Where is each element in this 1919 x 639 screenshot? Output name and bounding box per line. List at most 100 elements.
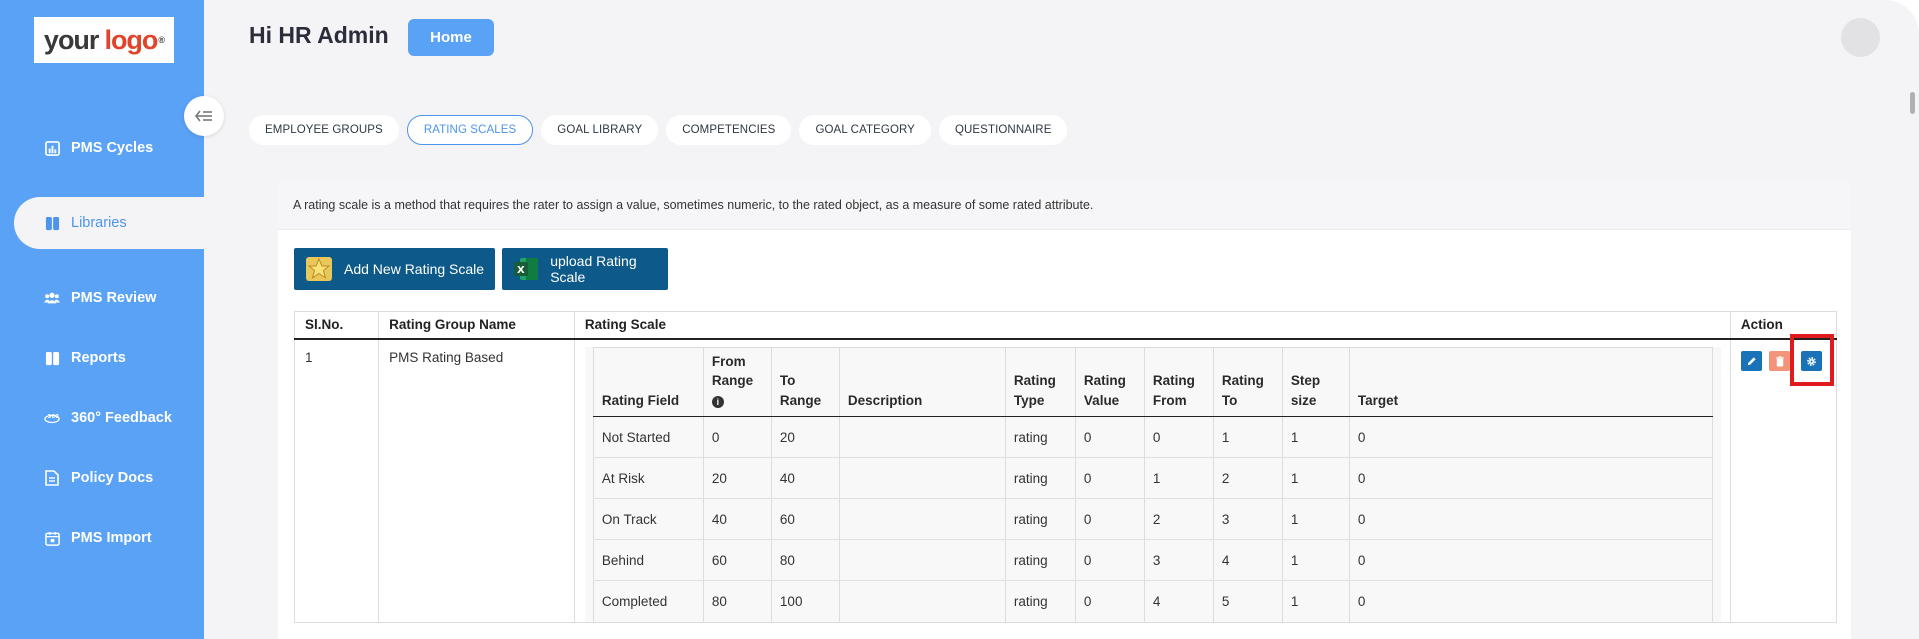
users-icon bbox=[44, 290, 60, 306]
collapse-arrow-icon bbox=[195, 110, 212, 122]
cell-description bbox=[838, 580, 1006, 622]
cell-rating-from: 2 bbox=[1143, 498, 1214, 541]
cell-step-size: 1 bbox=[1281, 498, 1350, 541]
svg-text:X: X bbox=[517, 265, 525, 276]
cell-sl-no: 1 bbox=[293, 338, 380, 623]
cell-rating-field: On Track bbox=[592, 498, 704, 541]
cell-to-range: 80 bbox=[770, 539, 840, 582]
to-range-line2: Range bbox=[779, 392, 822, 408]
sidebar-item-label: 360° Feedback bbox=[71, 410, 172, 426]
cell-rating-type: rating bbox=[1004, 457, 1076, 500]
sidebar-item-pms-review[interactable]: PMS Review bbox=[0, 272, 204, 324]
pencil-icon bbox=[1747, 356, 1756, 365]
sidebar-item-360-feedback[interactable]: 360 360° Feedback bbox=[0, 392, 204, 444]
rating-scales-table: Sl.No. Rating Group Name Rating Scale Ac… bbox=[293, 311, 1838, 623]
rating-from-line2: From bbox=[1152, 392, 1187, 408]
sidebar-item-label: PMS Cycles bbox=[71, 140, 154, 156]
description-text: A rating scale is a method that requires… bbox=[278, 181, 1851, 230]
info-icon[interactable]: i bbox=[711, 395, 724, 408]
home-button[interactable]: Home bbox=[408, 19, 494, 56]
cell-target: 0 bbox=[1348, 457, 1713, 500]
tab-competencies[interactable]: COMPETENCIES bbox=[666, 115, 792, 145]
from-range-line1: From bbox=[711, 353, 746, 369]
cell-group-name: PMS Rating Based bbox=[378, 338, 575, 623]
inner-header-step-size: Step size bbox=[1281, 346, 1350, 418]
inner-header-rating-field: Rating Field bbox=[592, 346, 704, 418]
cell-rating-value: 0 bbox=[1074, 580, 1145, 622]
sidebar-item-pms-import[interactable]: PMS Import bbox=[0, 512, 204, 564]
cell-description bbox=[838, 539, 1006, 582]
rating-scales-panel: A rating scale is a method that requires… bbox=[278, 181, 1851, 639]
cell-from-range: 20 bbox=[702, 457, 772, 500]
sidebar-item-label: PMS Review bbox=[71, 290, 157, 306]
rating-scale-rows: Not Started 0 20 rating 0 0 1 1 0 At Risk 20 40 rati… bbox=[592, 416, 1713, 622]
inner-header-target: Target bbox=[1348, 346, 1713, 418]
tab-goal-category[interactable]: GOAL CATEGORY bbox=[799, 115, 931, 145]
step-size-line2: size bbox=[1290, 392, 1317, 408]
tab-questionnaire[interactable]: QUESTIONNAIRE bbox=[938, 115, 1068, 145]
tab-goal-library[interactable]: GOAL LIBRARY bbox=[541, 115, 659, 145]
avatar[interactable] bbox=[1841, 18, 1880, 57]
book-icon bbox=[44, 215, 60, 231]
cell-description bbox=[838, 498, 1006, 541]
cell-step-size: 1 bbox=[1281, 416, 1350, 459]
sidebar-item-label: PMS Import bbox=[71, 530, 152, 546]
book-open-icon bbox=[44, 350, 60, 366]
tab-employee-groups[interactable]: EMPLOYEE GROUPS bbox=[249, 115, 399, 145]
svg-text:360: 360 bbox=[48, 414, 59, 420]
delete-button[interactable] bbox=[1769, 351, 1790, 371]
add-button-label: Add New Rating Scale bbox=[344, 261, 485, 277]
sidebar-collapse-button[interactable] bbox=[184, 96, 224, 136]
cell-to-range: 100 bbox=[770, 580, 840, 622]
logo-text-your: your bbox=[43, 24, 100, 55]
cell-step-size: 1 bbox=[1281, 580, 1350, 622]
to-range-line1: To bbox=[779, 373, 796, 389]
sidebar-item-policy-docs[interactable]: Policy Docs bbox=[0, 452, 204, 504]
cell-to-range: 60 bbox=[770, 498, 840, 541]
inner-header-rating-to: Rating To bbox=[1212, 346, 1283, 418]
logo-text-logo: logo bbox=[104, 24, 158, 55]
table-row: At Risk 20 40 rating 0 1 2 1 0 bbox=[592, 457, 1713, 500]
excel-icon: X bbox=[512, 254, 540, 284]
add-rating-scale-button[interactable]: Add New Rating Scale bbox=[294, 248, 495, 290]
cell-to-range: 40 bbox=[770, 457, 840, 500]
cell-step-size: 1 bbox=[1281, 539, 1350, 582]
sidebar-item-reports[interactable]: Reports bbox=[0, 332, 204, 384]
table-row: Completed 80 100 rating 0 4 5 1 0 bbox=[592, 580, 1713, 622]
star-badge-icon bbox=[304, 254, 334, 284]
rating-type-line1: Rating bbox=[1013, 373, 1056, 389]
cell-rating-to: 2 bbox=[1212, 457, 1283, 500]
upload-rating-scale-button[interactable]: X upload Rating Scale bbox=[502, 248, 668, 290]
sidebar: your logo ® PMS Cycles Libraries PMS Rev… bbox=[0, 0, 204, 639]
page-greeting: Hi HR Admin bbox=[249, 22, 389, 48]
logo: your logo ® bbox=[34, 17, 174, 63]
cell-target: 0 bbox=[1348, 416, 1713, 459]
tab-rating-scales[interactable]: RATING SCALES bbox=[406, 115, 534, 145]
upload-button-label: upload Rating Scale bbox=[550, 253, 637, 285]
cell-rating-from: 3 bbox=[1143, 539, 1214, 582]
cell-rating-field: Completed bbox=[592, 580, 704, 622]
rating-type-line2: Type bbox=[1013, 392, 1045, 408]
step-size-line1: Step bbox=[1290, 373, 1321, 389]
sidebar-item-pms-cycles[interactable]: PMS Cycles bbox=[0, 122, 204, 174]
scrollbar-thumb[interactable] bbox=[1910, 92, 1915, 114]
settings-highlight-box bbox=[1790, 334, 1834, 386]
logo-registered-mark: ® bbox=[158, 35, 165, 45]
cell-rating-field: Behind bbox=[592, 539, 704, 582]
table-row: On Track 40 60 rating 0 2 3 1 0 bbox=[592, 498, 1713, 541]
cell-to-range: 20 bbox=[770, 416, 840, 459]
edit-button[interactable] bbox=[1741, 351, 1762, 371]
library-tabs: EMPLOYEE GROUPS RATING SCALES GOAL LIBRA… bbox=[249, 115, 1068, 145]
rating-to-line1: Rating bbox=[1221, 373, 1264, 389]
sidebar-item-libraries[interactable]: Libraries bbox=[14, 197, 204, 249]
cell-rating-to: 1 bbox=[1212, 416, 1283, 459]
cell-rating-value: 0 bbox=[1074, 539, 1145, 582]
cell-rating-type: rating bbox=[1004, 416, 1076, 459]
column-header-group-name: Rating Group Name bbox=[378, 311, 575, 340]
rating-value-line1: Rating bbox=[1083, 373, 1126, 389]
rating-scale-inner-table: Rating Field From Range i To Range Descr… bbox=[592, 346, 1713, 622]
cell-rating-from: 1 bbox=[1143, 457, 1214, 500]
inner-header-rating-from: Rating From bbox=[1143, 346, 1214, 418]
cell-rating-to: 5 bbox=[1212, 580, 1283, 622]
cell-rating-to: 4 bbox=[1212, 539, 1283, 582]
